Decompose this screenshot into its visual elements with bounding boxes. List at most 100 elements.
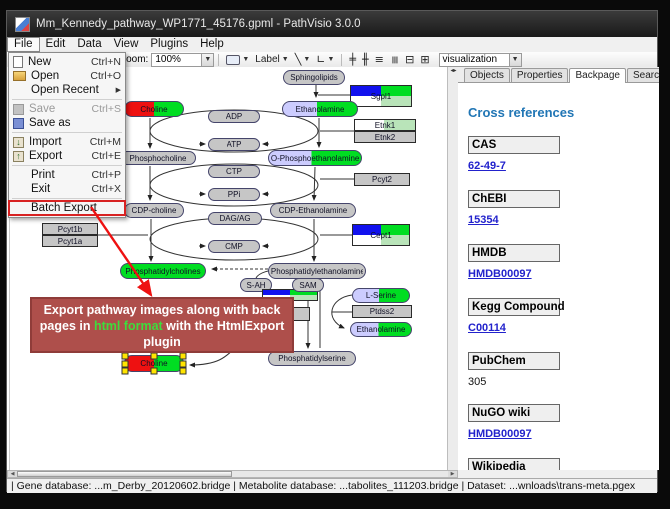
- pathway-node-sphingolipids[interactable]: Sphingolipids: [283, 70, 345, 85]
- tab-search[interactable]: Search: [627, 68, 659, 82]
- title-bar[interactable]: Mm_Kennedy_pathway_WP1771_45176.gpml - P…: [7, 11, 657, 37]
- scroll-right-icon[interactable]: ▶: [448, 471, 457, 477]
- datanode-tool-button[interactable]: ▼: [223, 53, 252, 67]
- status-text: | Gene database: ...m_Derby_20120602.bri…: [11, 480, 635, 492]
- common-width-button[interactable]: ⊟: [402, 53, 417, 67]
- pathway-node-atp[interactable]: ATP: [208, 138, 260, 151]
- file-menu-item-label: Open: [31, 70, 80, 82]
- pathway-node-choline-top[interactable]: Choline: [124, 101, 184, 117]
- file-menu-item-import[interactable]: ImportCtrl+M: [9, 135, 125, 149]
- selection-handle[interactable]: [180, 368, 187, 375]
- zoom-dropdown-icon[interactable]: ▼: [201, 54, 213, 66]
- selection-handle[interactable]: [180, 353, 187, 360]
- xref-link[interactable]: 15354: [468, 214, 499, 226]
- pathway-node-pcyt2[interactable]: Pcyt2: [354, 173, 410, 186]
- file-menu-item-print[interactable]: PrintCtrl+P: [9, 168, 125, 182]
- tab-backpage[interactable]: Backpage: [569, 68, 625, 83]
- menu-plugins[interactable]: Plugins: [144, 38, 194, 51]
- menu-help[interactable]: Help: [194, 38, 230, 51]
- pathway-node-ptdss2[interactable]: Ptdss2: [352, 305, 412, 318]
- pathvisio-app-icon: [15, 17, 30, 32]
- xref-section-nugo-wiki: NuGO wikiHMDB00097: [468, 404, 659, 442]
- file-menu-item-save-as[interactable]: Save as: [9, 116, 125, 130]
- file-menu-item-open[interactable]: OpenCtrl+O: [9, 69, 125, 83]
- pathway-node-dag-ag[interactable]: DAG/AG: [208, 212, 262, 225]
- file-menu-item-open-recent[interactable]: Open Recent▶: [9, 83, 125, 97]
- common-height-button[interactable]: ⊞: [417, 53, 432, 67]
- distribute-rows-button[interactable]: ≡: [372, 53, 387, 67]
- chevron-down-icon[interactable]: ▼: [282, 56, 289, 63]
- pathway-node-cept1[interactable]: Cept1: [352, 224, 410, 246]
- selection-handle[interactable]: [151, 353, 158, 360]
- pathway-node-etnk1[interactable]: Etnk1: [354, 119, 416, 131]
- visualization-combobox[interactable]: visualization ▼: [439, 53, 522, 67]
- xref-link[interactable]: HMDB00097: [468, 268, 532, 280]
- selection-handle[interactable]: [151, 368, 158, 375]
- pathway-node-cmp[interactable]: CMP: [208, 240, 260, 253]
- pathway-node-phosphatidylserine[interactable]: Phosphatidylserine: [268, 351, 356, 366]
- align-middle-button[interactable]: ╫: [359, 53, 372, 67]
- node-label: Etnk2: [375, 133, 395, 142]
- xref-link[interactable]: C00114: [468, 322, 506, 334]
- tab-objects[interactable]: Objects: [464, 68, 510, 82]
- pathway-node-ethanolamine-bottom[interactable]: Ethanolamine: [350, 322, 412, 337]
- pathway-node-phosphatidylethanolamine[interactable]: Phosphatidylethanolamine: [268, 263, 366, 279]
- chevron-down-icon[interactable]: ▼: [327, 56, 334, 63]
- visualization-dropdown-icon[interactable]: ▼: [509, 54, 521, 66]
- file-menu-item-save[interactable]: SaveCtrl+S: [9, 102, 125, 116]
- file-menu-item-exit[interactable]: ExitCtrl+X: [9, 182, 125, 196]
- menu-view[interactable]: View: [108, 38, 145, 51]
- pathway-node-ppi[interactable]: PPi: [208, 188, 260, 201]
- pathway-node-etnk2[interactable]: Etnk2: [354, 131, 416, 143]
- pathway-node-ctp[interactable]: CTP: [208, 165, 260, 178]
- pathway-node-pcyt1b[interactable]: Pcyt1b: [42, 223, 98, 235]
- no-icon: [13, 85, 26, 96]
- pathway-node-cdp-choline[interactable]: CDP-choline: [124, 203, 184, 218]
- pathway-node-l-serine[interactable]: L-Serine: [352, 288, 410, 303]
- scrollbar-track[interactable]: [232, 471, 448, 477]
- node-label: DAG/AG: [219, 214, 250, 223]
- scrollbar-thumb[interactable]: [17, 471, 232, 477]
- file-menu-item-batch-export[interactable]: Batch Export: [9, 201, 125, 215]
- chevron-down-icon[interactable]: ▼: [303, 56, 310, 63]
- label-tool-button[interactable]: Label ▼: [252, 53, 291, 67]
- pathway-node-ethanolamine-top[interactable]: Ethanolamine: [282, 101, 358, 117]
- file-menu-item-new[interactable]: NewCtrl+N: [9, 55, 125, 69]
- selection-handle[interactable]: [122, 360, 129, 367]
- pathway-node-o-phosphoethanolamine[interactable]: O-Phosphoethanolamine: [268, 150, 362, 166]
- node-label: Sphingolipids: [290, 73, 338, 82]
- distribute-columns-button[interactable]: ≡: [387, 53, 402, 67]
- align-center-button[interactable]: ╪: [346, 53, 359, 67]
- pathway-node-phosphocholine[interactable]: Phosphocholine: [120, 151, 196, 165]
- selection-handle[interactable]: [180, 360, 187, 367]
- pathvisio-window: Mm_Kennedy_pathway_WP1771_45176.gpml - P…: [6, 10, 658, 492]
- xref-link[interactable]: 62-49-7: [468, 160, 506, 172]
- tab-properties[interactable]: Properties: [511, 68, 569, 82]
- zoom-combobox[interactable]: 100% ▼: [151, 53, 214, 67]
- horizontal-scrollbar[interactable]: ◀ ▶: [7, 470, 458, 478]
- pathway-node-choline-selected[interactable]: Choline: [124, 355, 184, 372]
- import-icon: [13, 137, 24, 148]
- xref-section-cas: CAS62-49-7: [468, 136, 659, 174]
- selection-handle[interactable]: [122, 353, 129, 360]
- xref-value: 305: [468, 376, 659, 388]
- pathway-node-sam[interactable]: SAM: [292, 278, 324, 292]
- node-label: O-Phosphoethanolamine: [271, 154, 359, 163]
- pathway-node-adp[interactable]: ADP: [208, 110, 260, 123]
- menu-edit[interactable]: Edit: [40, 38, 72, 51]
- pathway-node-pcyt1a[interactable]: Pcyt1a: [42, 235, 98, 247]
- connector-tool-button[interactable]: ∟ ▼: [313, 53, 337, 67]
- pathway-node-cdp-ethanolamine[interactable]: CDP-Ethanolamine: [270, 203, 356, 218]
- selection-handle[interactable]: [122, 368, 129, 375]
- pathway-node-sgpl1[interactable]: Sgpl1: [350, 85, 412, 107]
- menu-file[interactable]: File: [7, 37, 40, 52]
- line-tool-button[interactable]: ╲ ▼: [292, 53, 314, 67]
- file-menu-item-export[interactable]: ExportCtrl+E: [9, 149, 125, 163]
- file-menu-item-label: Print: [31, 169, 82, 181]
- xref-link[interactable]: HMDB00097: [468, 428, 532, 440]
- chevron-down-icon[interactable]: ▼: [242, 56, 249, 63]
- node-label: Phosphatidylcholines: [125, 267, 200, 276]
- scroll-left-icon[interactable]: ◀: [8, 471, 17, 477]
- pathway-node-phosphatidylcholines[interactable]: Phosphatidylcholines: [120, 263, 206, 279]
- menu-data[interactable]: Data: [71, 38, 107, 51]
